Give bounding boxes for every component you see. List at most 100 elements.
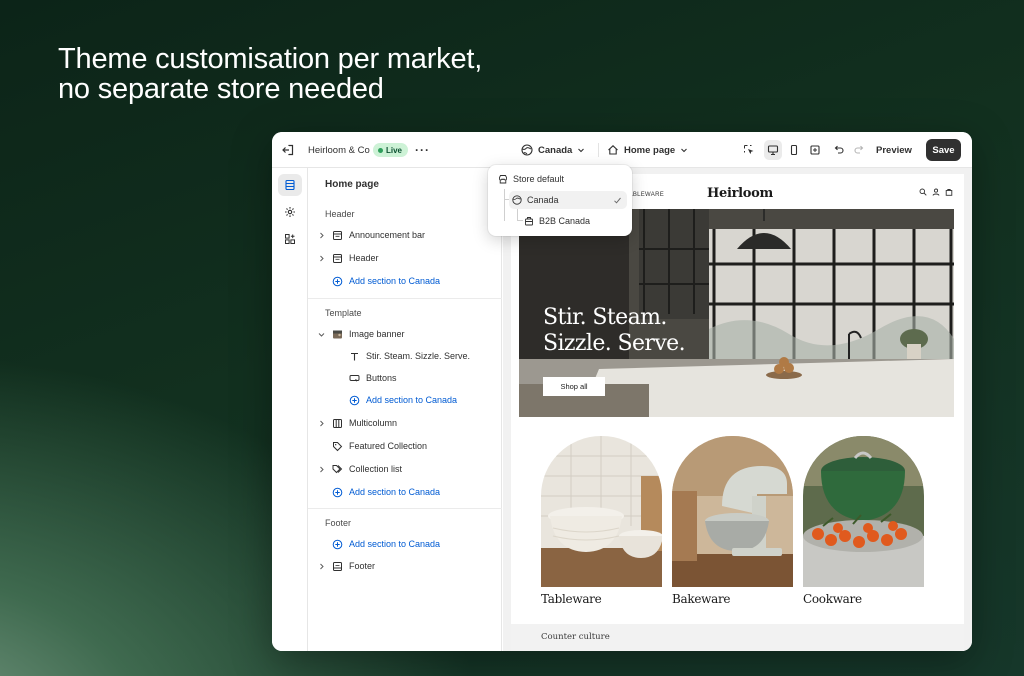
tree-connector: [504, 189, 505, 221]
block-label: Stir. Steam. Sizzle. Serve.: [366, 351, 471, 361]
store-preview-canvas: TABLEWARE Heirloom Stir. Steam. Sizzle. …: [503, 168, 972, 651]
text-icon: [347, 351, 361, 362]
editor-topbar: Heirloom & Co Live ··· Canada Home page: [272, 132, 972, 168]
collection-title-cookware[interactable]: Cookware: [803, 592, 862, 606]
shop-all-button[interactable]: Shop all: [543, 377, 605, 396]
section-row-footer[interactable]: Footer: [308, 557, 375, 575]
section-label: Header: [349, 253, 379, 263]
more-options-icon[interactable]: ···: [415, 132, 430, 168]
headline-line-2: no separate store needed: [58, 73, 384, 105]
theme-editor-window: Heirloom & Co Live ··· Canada Home page: [272, 132, 972, 651]
dropdown-item-label: Canada: [527, 195, 559, 205]
dropdown-item-label: Store default: [513, 174, 565, 184]
page-select[interactable]: Home page: [607, 132, 688, 168]
globe-icon: [521, 144, 533, 156]
block-label: Buttons: [366, 373, 397, 383]
live-dot-icon: [378, 147, 383, 153]
footer-group-label: Footer: [325, 518, 352, 528]
collection-card-tableware-image[interactable]: [541, 436, 662, 587]
section-label: Multicolumn: [349, 418, 398, 428]
layout-header-icon: [330, 253, 344, 264]
chevron-right-icon[interactable]: [316, 420, 326, 427]
save-button[interactable]: Save: [926, 139, 961, 161]
market-select[interactable]: Canada: [521, 132, 585, 168]
add-block-button[interactable]: Add section to Canada: [325, 391, 457, 409]
divider: [598, 143, 599, 157]
section-row-announcement-bar[interactable]: Announcement bar: [308, 226, 425, 244]
cart-icon[interactable]: [945, 188, 953, 196]
home-icon: [608, 145, 618, 155]
section-label: Collection list: [349, 464, 403, 474]
desktop-view-icon[interactable]: [764, 140, 782, 160]
dropdown-item-label: B2B Canada: [539, 216, 591, 226]
block-row-buttons[interactable]: Buttons: [325, 369, 397, 387]
undo-icon[interactable]: [830, 140, 848, 160]
section-label: Featured Collection: [349, 441, 428, 451]
fullscreen-view-icon[interactable]: [806, 140, 824, 160]
market-select-label: Canada: [538, 144, 573, 156]
counter-culture-heading: Counter culture: [541, 632, 610, 642]
hero-heading-line-2: Sizzle. Serve.: [543, 331, 686, 356]
collection-card-cookware-image[interactable]: [803, 436, 924, 587]
dropdown-item-b2b-canada[interactable]: B2B Canada: [524, 212, 624, 230]
section-row-image-banner[interactable]: Image banner: [308, 325, 405, 343]
app-blocks-icon[interactable]: [278, 228, 302, 250]
account-icon[interactable]: [932, 188, 940, 196]
store-header-icons: [919, 188, 953, 196]
section-row-header[interactable]: Header: [308, 249, 379, 267]
chevron-right-icon[interactable]: [316, 255, 326, 262]
chevron-right-icon[interactable]: [316, 563, 326, 570]
block-row-heading[interactable]: Stir. Steam. Sizzle. Serve.: [325, 347, 470, 365]
store-logo: Heirloom: [707, 186, 773, 201]
preview-button[interactable]: Preview: [876, 132, 912, 168]
market-dropdown: Store default Canada B2B Canada: [488, 165, 632, 236]
icon-rail: [272, 168, 308, 651]
sections-icon[interactable]: [278, 174, 302, 196]
store-name: Heirloom & Co: [308, 144, 370, 156]
store-icon: [499, 175, 507, 184]
page-select-label: Home page: [624, 144, 676, 156]
redo-icon[interactable]: [850, 140, 868, 160]
section-row-featured-collection[interactable]: Featured Collection: [308, 437, 427, 455]
headline-line-1: Theme customisation per market,: [58, 43, 483, 75]
layout-footer-icon: [330, 561, 344, 572]
collection-title-bakeware[interactable]: Bakeware: [672, 592, 731, 606]
search-icon[interactable]: [919, 188, 927, 196]
sections-sidebar: Home page Header Announcement bar Header…: [308, 168, 502, 651]
chevron-down-icon[interactable]: [316, 331, 326, 338]
section-label: Footer: [349, 561, 376, 571]
add-section-footer-button[interactable]: Add section to Canada: [308, 535, 440, 553]
inspector-icon[interactable]: [740, 140, 758, 160]
tree-connector: [517, 220, 523, 221]
image-banner[interactable]: Stir. Steam. Sizzle. Serve. Shop all: [519, 209, 954, 417]
template-group-label: Template: [325, 308, 362, 318]
add-section-header-button[interactable]: Add section to Canada: [308, 272, 440, 290]
dropdown-item-store-default[interactable]: Store default: [496, 170, 624, 188]
chevron-right-icon[interactable]: [316, 232, 326, 239]
tags-icon: [330, 464, 344, 475]
section-row-multicolumn[interactable]: Multicolumn: [308, 414, 397, 432]
add-section-template-button[interactable]: Add section to Canada: [308, 483, 440, 501]
plus-circle-icon: [330, 276, 344, 287]
collection-card-bakeware-image[interactable]: [672, 436, 793, 587]
section-label: Announcement bar: [349, 230, 426, 240]
mobile-view-icon[interactable]: [785, 140, 803, 160]
chevron-right-icon[interactable]: [316, 466, 326, 473]
headline: Theme customisation per market, no separ…: [58, 44, 482, 104]
tag-icon: [330, 441, 344, 452]
sidebar-title: Home page: [325, 179, 379, 190]
add-section-label: Add section to Canada: [349, 276, 441, 286]
exit-icon[interactable]: [281, 132, 295, 168]
status-badge-label: Live: [386, 145, 403, 155]
section-row-collection-list[interactable]: Collection list: [308, 460, 402, 478]
settings-gear-icon[interactable]: [278, 201, 302, 223]
add-section-label: Add section to Canada: [349, 539, 441, 549]
header-group-label: Header: [325, 209, 355, 219]
globe-icon: [512, 195, 522, 205]
layout-header-icon: [330, 230, 344, 241]
dropdown-item-canada[interactable]: Canada: [509, 191, 627, 209]
collection-title-tableware[interactable]: Tableware: [541, 592, 602, 606]
divider: [308, 298, 502, 299]
hero-heading: Stir. Steam. Sizzle. Serve.: [543, 305, 686, 357]
add-section-label: Add section to Canada: [366, 395, 458, 405]
